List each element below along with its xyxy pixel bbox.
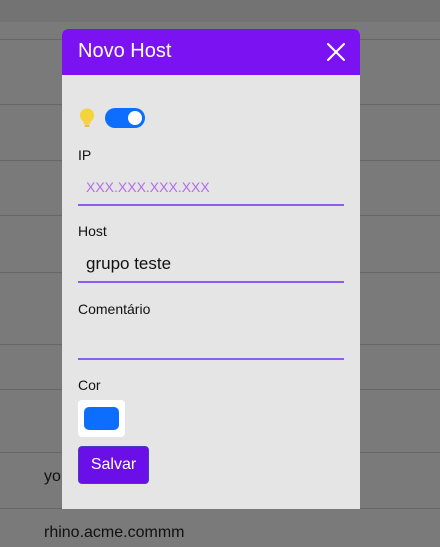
color-label: Cor: [78, 377, 101, 393]
modal-header: Novo Host: [62, 29, 360, 75]
modal-title: Novo Host: [78, 40, 172, 62]
new-host-modal: Novo Host IP Host Comentário Cor Salvar: [62, 29, 360, 509]
host-input[interactable]: [78, 247, 344, 283]
comment-label: Comentário: [78, 301, 151, 317]
close-icon: [327, 43, 345, 61]
ip-input[interactable]: [78, 170, 344, 206]
toggle-knob: [128, 111, 142, 125]
save-button[interactable]: Salvar: [78, 446, 149, 484]
lightbulb-icon: [80, 108, 94, 127]
comment-input[interactable]: [78, 324, 344, 360]
color-swatch-fill: [84, 407, 119, 430]
close-button[interactable]: [324, 40, 348, 64]
host-label: Host: [78, 223, 107, 239]
color-picker[interactable]: [78, 400, 125, 437]
theme-toggle[interactable]: [105, 108, 145, 128]
ip-label: IP: [78, 147, 92, 163]
